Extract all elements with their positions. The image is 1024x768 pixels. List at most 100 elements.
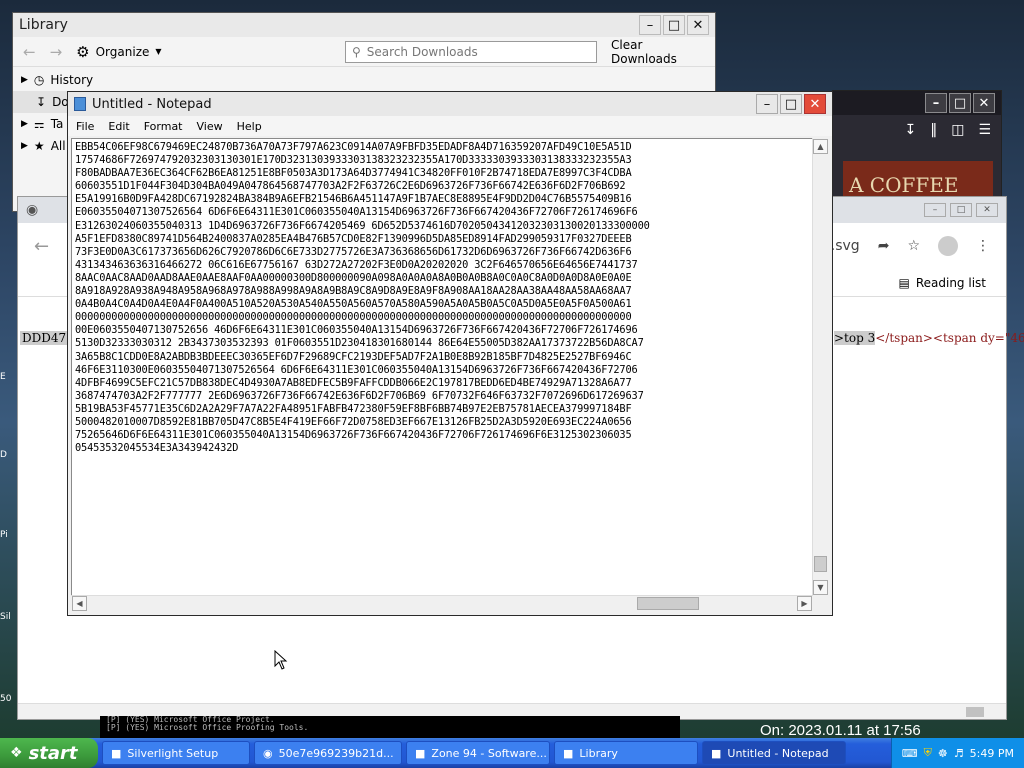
notepad-line: 73F3E0D0A3C617373656D626C7920786D6C6E733…	[75, 245, 632, 258]
taskbar-item-chrome[interactable]: ◉ 50e7e969239b21d...	[254, 741, 402, 765]
desktop-icon-label[interactable]: 50	[0, 694, 16, 704]
minimize-button[interactable]: –	[925, 93, 947, 113]
mouse-cursor-icon	[274, 650, 288, 670]
forward-arrow-icon[interactable]: →	[50, 43, 63, 61]
desktop-icon-label[interactable]: E	[0, 372, 16, 382]
library-toolbar: ← → ⚙ Organize ▼ ⚲ Search Downloads Clea…	[13, 37, 715, 67]
firefox-toolbar: ↧ ‖ ◫ ☰	[833, 115, 1001, 145]
scrollbar-thumb[interactable]	[966, 707, 984, 717]
taskbar-item-library[interactable]: ■ Library	[554, 741, 698, 765]
scroll-down-icon[interactable]: ▼	[813, 580, 828, 595]
scroll-left-icon[interactable]: ◀	[72, 596, 87, 611]
app-icon: ■	[415, 746, 426, 760]
notepad-line: EBB54C06EF98C679469EC24870B736A70A73F797…	[75, 141, 632, 153]
chevron-right-icon[interactable]: ▶	[21, 141, 28, 151]
avatar[interactable]	[938, 236, 958, 256]
desktop-icon-label[interactable]: D	[0, 450, 16, 460]
menu-help[interactable]: Help	[237, 120, 262, 133]
notepad-line: E06035504071307526564 6D6F6E64311E301C06…	[75, 206, 638, 219]
close-button[interactable]: ✕	[804, 94, 826, 114]
firefox-titlebar[interactable]: – □ ✕	[833, 91, 1001, 115]
back-arrow-icon[interactable]: ←	[34, 236, 49, 257]
share-icon[interactable]: ➦	[878, 238, 890, 254]
download-icon[interactable]: ↧	[904, 122, 916, 138]
organize-button[interactable]: ⚙ Organize ▼	[76, 43, 161, 61]
notepad-line: F80BADBAA7E36EC364CF62B6EA81251E8BF0503A…	[75, 167, 632, 180]
close-button[interactable]: ✕	[973, 93, 995, 113]
taskbar-item-notepad[interactable]: ■ Untitled - Notepad	[702, 741, 846, 765]
notepad-line: 46F6E3110300E06035504071307526564 6D6F6E…	[75, 363, 638, 376]
keyboard-icon[interactable]: ⌨	[902, 747, 918, 760]
reading-list-button[interactable]: Reading list	[916, 276, 986, 290]
maximize-button[interactable]: □	[950, 203, 972, 217]
notepad-menubar: File Edit Format View Help	[68, 116, 832, 136]
source-tags: </tspan><tspan dy="46.15	[875, 331, 1024, 345]
chevron-right-icon[interactable]: ▶	[21, 75, 28, 85]
taskbar-item-label: Zone 94 - Software...	[431, 746, 547, 760]
close-button[interactable]: ✕	[687, 15, 709, 35]
console-output: [P] (YES) Microsoft Office Project. [P] …	[100, 716, 680, 738]
menu-icon[interactable]: ☰	[978, 122, 991, 138]
notepad-text-area[interactable]: EBB54C06EF98C679469EC24870B736A70A73F797…	[71, 138, 813, 596]
shield-icon[interactable]: ⛨	[924, 746, 932, 760]
start-button[interactable]: ❖ start	[0, 738, 98, 768]
address-tail[interactable]: .svg	[831, 238, 860, 254]
clock[interactable]: 5:49 PM	[970, 747, 1014, 760]
desktop-icon-label[interactable]: Sil	[0, 612, 16, 622]
notepad-titlebar[interactable]: Untitled - Notepad – □ ✕	[68, 92, 832, 116]
close-button[interactable]: ✕	[976, 203, 998, 217]
taskbar-item-silverlight[interactable]: ■ Silverlight Setup	[102, 741, 250, 765]
scrollbar-thumb[interactable]	[637, 597, 699, 610]
taskbar-item-zone94[interactable]: ■ Zone 94 - Software...	[406, 741, 550, 765]
notepad-line: 05453532045534E3A343942432D	[75, 442, 239, 455]
chrome-icon: ◉	[263, 746, 273, 760]
minimize-button[interactable]: –	[639, 15, 661, 35]
minimize-button[interactable]: –	[924, 203, 946, 217]
sidebar-item-history[interactable]: ▶ ◷ History	[13, 69, 217, 91]
scroll-right-icon[interactable]: ▶	[797, 596, 812, 611]
star-icon: ★	[33, 139, 45, 153]
menu-view[interactable]: View	[197, 120, 223, 133]
notepad-line: E31263024060355040313 1D4D6963726F736F66…	[75, 219, 650, 232]
notepad-line: 60603551D1F044F304D304BA049A047864568747…	[75, 180, 626, 193]
chevron-right-icon[interactable]: ▶	[21, 119, 28, 129]
scrollbar-thumb[interactable]	[814, 556, 827, 572]
notepad-line: 431343463636316466272 06C616E67756167 63…	[75, 258, 638, 271]
windows-logo-icon: ❖	[10, 745, 23, 761]
network-icon[interactable]: ☸	[938, 747, 948, 760]
sidebar-item-label: History	[50, 73, 94, 87]
back-arrow-icon[interactable]: ←	[23, 43, 36, 61]
maximize-button[interactable]: □	[949, 93, 971, 113]
search-input[interactable]: ⚲ Search Downloads	[345, 40, 597, 63]
maximize-button[interactable]: □	[780, 94, 802, 114]
firefox-window: – □ ✕ ↧ ‖ ◫ ☰ A COFFEE	[832, 90, 1002, 201]
library-title: Library	[19, 17, 68, 33]
taskbar-item-label: Silverlight Setup	[127, 746, 219, 760]
search-icon: ⚲	[352, 44, 361, 59]
volume-icon[interactable]: ♬	[954, 747, 964, 760]
minimize-button[interactable]: –	[756, 94, 778, 114]
search-placeholder: Search Downloads	[366, 44, 478, 59]
chrome-icon: ◉	[26, 202, 39, 218]
clear-downloads-button[interactable]: Clear Downloads	[611, 38, 705, 66]
menu-edit[interactable]: Edit	[108, 120, 129, 133]
scroll-up-icon[interactable]: ▲	[813, 139, 828, 154]
library-icon: ■	[563, 746, 574, 760]
maximize-button[interactable]: □	[663, 15, 685, 35]
gear-icon: ⚙	[76, 42, 90, 61]
kebab-menu-icon[interactable]: ⋮	[976, 238, 990, 254]
desktop-icon-label[interactable]: Pi	[0, 530, 16, 540]
sidebar-icon[interactable]: ◫	[951, 122, 964, 138]
notepad-line: 8A918A928A938A948A958A968A978A988A998A9A…	[75, 285, 632, 298]
star-icon[interactable]: ☆	[907, 238, 920, 254]
reading-list-icon[interactable]: ▤	[899, 276, 910, 290]
notepad-line: 5B19BA53F45771E35C6D2A2A29F7A7A22FA48951…	[75, 402, 632, 415]
library-titlebar[interactable]: Library – □ ✕	[13, 13, 715, 37]
vertical-scrollbar[interactable]: ▲ ▼	[812, 138, 829, 596]
library-icon[interactable]: ‖	[930, 122, 937, 138]
menu-format[interactable]: Format	[144, 120, 183, 133]
system-tray: ⌨ ⛨ ☸ ♬ 5:49 PM	[890, 738, 1024, 768]
source-text-right: >top 3</tspan><tspan dy="46.15	[834, 331, 1024, 345]
horizontal-scrollbar[interactable]: ◀ ▶	[71, 595, 813, 612]
menu-file[interactable]: File	[76, 120, 94, 133]
